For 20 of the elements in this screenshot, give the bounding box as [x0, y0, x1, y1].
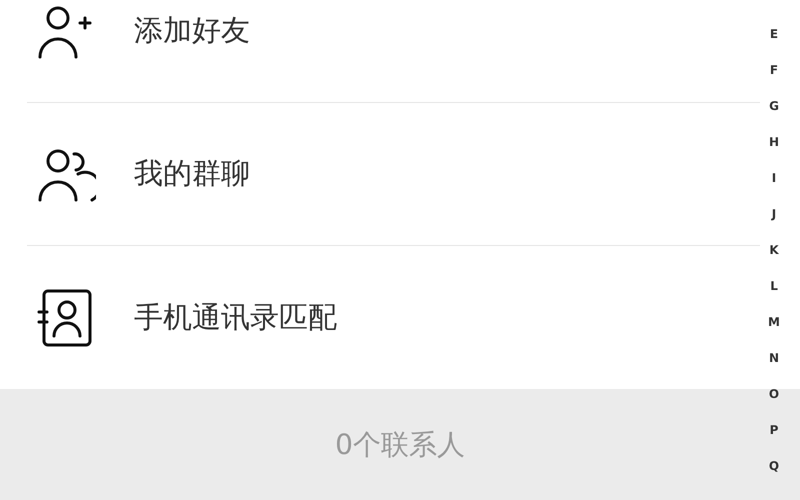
index-letter[interactable]: I [772, 166, 776, 202]
index-letter[interactable]: M [768, 310, 780, 346]
index-letter[interactable]: E [770, 22, 778, 58]
index-letter[interactable]: O [768, 382, 780, 418]
index-letter[interactable]: H [769, 130, 780, 166]
menu-item[interactable]: 我的群聊 [27, 103, 760, 246]
index-letter[interactable]: N [769, 346, 780, 382]
menu-item-label: 我的群聊 [134, 155, 250, 192]
index-letter[interactable]: P [770, 418, 778, 454]
index-letter[interactable]: K [769, 238, 779, 274]
index-letter[interactable]: J [772, 202, 776, 238]
contact-count: 0个联系人 [335, 427, 465, 463]
menu-item[interactable]: 添加好友 [27, 0, 760, 103]
index-letter[interactable]: F [770, 58, 778, 94]
index-letter[interactable]: G [769, 94, 779, 130]
menu-item[interactable]: 手机通讯录匹配 [27, 246, 760, 389]
menu-item-label: 添加好友 [134, 12, 250, 49]
index-letter[interactable]: L [770, 274, 778, 310]
index-letter[interactable]: Q [768, 454, 780, 490]
menu-item-label: 手机通讯录匹配 [134, 298, 337, 336]
